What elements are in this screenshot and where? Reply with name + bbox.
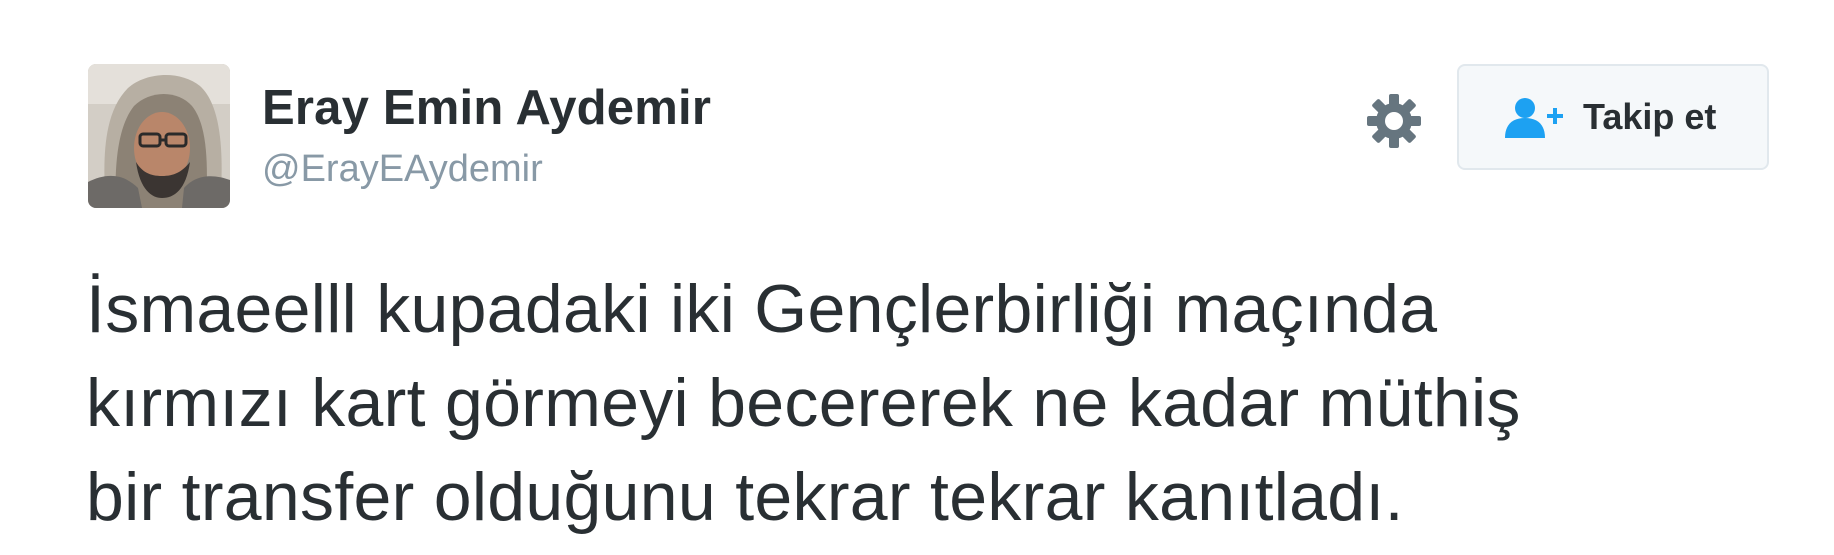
- avatar[interactable]: [88, 64, 230, 208]
- follow-button-label: Takip et: [1583, 96, 1717, 137]
- tweet-text-line: bir transfer olduğunu tekrar tekrar kanı…: [86, 459, 1404, 535]
- display-name[interactable]: Eray Emin Aydemir: [262, 80, 711, 136]
- tweet-text-line: İsmaeelll kupadaki iki Gençlerbirliği ma…: [86, 271, 1438, 347]
- tweet-text-line: kırmızı kart görmeyi becererek ne kadar …: [86, 365, 1521, 441]
- gear-icon[interactable]: [1365, 92, 1423, 150]
- avatar-image: [88, 64, 230, 208]
- tweet-text: İsmaeelll kupadaki iki Gençlerbirliği ma…: [86, 262, 1806, 544]
- follow-button[interactable]: Takip et: [1457, 64, 1769, 170]
- add-user-icon: [1503, 96, 1565, 140]
- user-handle[interactable]: @ErayEAydemir: [262, 148, 543, 191]
- tweet-card: Eray Emin Aydemir @ErayEAydemir Takip et…: [0, 0, 1834, 555]
